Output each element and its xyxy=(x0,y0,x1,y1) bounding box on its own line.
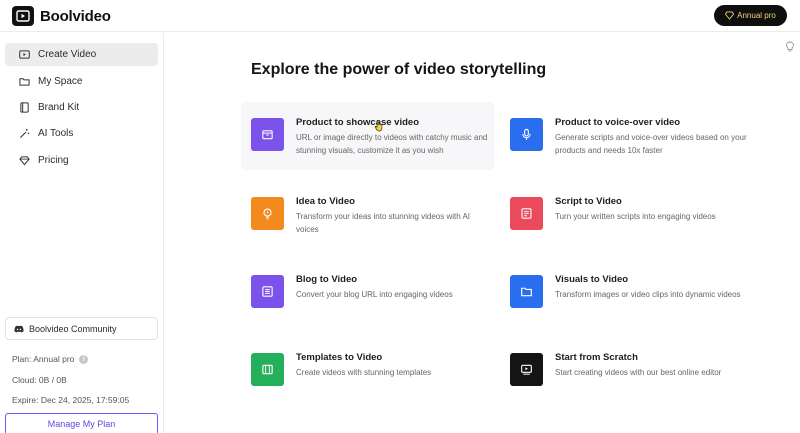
card-product-to-showcase-video[interactable]: Product to showcase video URL or image d… xyxy=(241,102,494,170)
card-icon-container xyxy=(510,197,543,230)
card-description: Create videos with stunning templates xyxy=(296,368,432,377)
discord-icon xyxy=(14,325,24,332)
sidebar-item-brand-kit[interactable]: Brand Kit xyxy=(5,96,158,119)
diamond-icon xyxy=(19,156,30,166)
card-icon-container xyxy=(510,275,543,308)
main-content: Explore the power of video storytelling … xyxy=(165,33,800,433)
editor-icon xyxy=(521,364,532,375)
folder-icon xyxy=(19,78,30,86)
card-title: Product to voice-over video xyxy=(555,117,681,128)
info-icon[interactable]: i xyxy=(79,354,89,364)
card-icon-container xyxy=(251,118,284,151)
expire-text: Expire: Dec 24, 2025, 17:59:05 xyxy=(12,395,130,405)
community-label: Boolvideo Community xyxy=(29,323,117,334)
card-icon-container xyxy=(251,275,284,308)
card-title: Script to Video xyxy=(555,196,622,207)
plan-text: Plan: Annual pro xyxy=(12,354,75,364)
community-button[interactable]: Boolvideo Community xyxy=(5,317,158,340)
annual-pro-button[interactable]: Annual pro xyxy=(714,5,787,26)
card-title: Product to showcase video xyxy=(296,117,419,128)
sidebar: Create Video My Space Brand Kit AI Tools… xyxy=(0,33,164,433)
card-visuals-to-video[interactable]: Visuals to Video Transform images or vid… xyxy=(500,259,753,327)
sidebar-item-my-space[interactable]: My Space xyxy=(5,70,158,93)
hand-cursor-icon xyxy=(374,120,383,132)
microphone-icon xyxy=(522,128,531,140)
card-description: Transform your ideas into stunning video… xyxy=(296,212,471,234)
card-templates-to-video[interactable]: Templates to Video Create videos with st… xyxy=(241,337,494,405)
sidebar-item-pricing[interactable]: Pricing xyxy=(5,149,158,172)
magic-wand-icon xyxy=(19,128,30,139)
lightbulb-icon xyxy=(263,208,272,220)
sidebar-item-create-video[interactable]: Create Video xyxy=(5,43,158,66)
card-product-to-voice-over-video[interactable]: Product to voice-over video Generate scr… xyxy=(500,102,753,170)
card-title: Idea to Video xyxy=(296,196,355,207)
card-script-to-video[interactable]: Script to Video Turn your written script… xyxy=(500,181,753,249)
template-icon xyxy=(262,364,273,375)
sidebar-item-label: My Space xyxy=(38,76,83,87)
card-icon-container xyxy=(251,197,284,230)
card-idea-to-video[interactable]: Idea to Video Transform your ideas into … xyxy=(241,181,494,249)
sidebar-item-label: AI Tools xyxy=(38,128,74,139)
cloud-text: Cloud: 0B / 0B xyxy=(12,375,67,385)
app-name: Boolvideo xyxy=(40,7,111,25)
card-icon-container xyxy=(510,353,543,386)
card-title: Start from Scratch xyxy=(555,352,638,363)
manage-plan-button[interactable]: Manage My Plan xyxy=(5,413,158,433)
diamond-icon xyxy=(725,11,735,20)
card-start-from-scratch[interactable]: Start from Scratch Start creating videos… xyxy=(500,337,753,405)
card-description: Convert your blog URL into engaging vide… xyxy=(296,290,453,299)
expire-info: Expire: Dec 24, 2025, 17:59:05 xyxy=(12,395,129,405)
script-icon xyxy=(521,208,532,219)
logo-icon xyxy=(12,6,34,26)
card-title: Templates to Video xyxy=(296,352,383,363)
plan-info: Plan: Annual pro i xyxy=(12,354,89,364)
sidebar-item-label: Pricing xyxy=(38,155,69,166)
card-description: Generate scripts and voice-over videos b… xyxy=(555,133,747,155)
card-description: Turn your written scripts into engaging … xyxy=(555,212,716,221)
document-icon xyxy=(262,286,273,297)
sidebar-item-ai-tools[interactable]: AI Tools xyxy=(5,122,158,145)
card-icon-container xyxy=(510,118,543,151)
card-icon-container xyxy=(251,353,284,386)
card-blog-to-video[interactable]: Blog to Video Convert your blog URL into… xyxy=(241,259,494,327)
book-icon xyxy=(20,102,29,113)
top-bar: Boolvideo Annual pro xyxy=(0,0,800,32)
sidebar-item-label: Brand Kit xyxy=(38,102,80,113)
annual-pro-label: Annual pro xyxy=(737,11,776,20)
folder-icon xyxy=(521,287,532,297)
card-description: URL or image directly to videos with cat… xyxy=(296,133,488,155)
page-title: Explore the power of video storytelling xyxy=(251,61,547,78)
sidebar-item-label: Create Video xyxy=(38,49,97,60)
card-description: Start creating videos with our best onli… xyxy=(555,368,722,377)
lightbulb-icon[interactable] xyxy=(785,41,795,53)
card-title: Blog to Video xyxy=(296,274,358,285)
card-description: Transform images or video clips into dyn… xyxy=(555,290,741,299)
card-title: Visuals to Video xyxy=(555,274,629,285)
cloud-info: Cloud: 0B / 0B xyxy=(12,375,67,385)
app-logo[interactable]: Boolvideo xyxy=(12,6,111,26)
video-icon xyxy=(19,50,30,59)
box-icon xyxy=(262,130,273,140)
